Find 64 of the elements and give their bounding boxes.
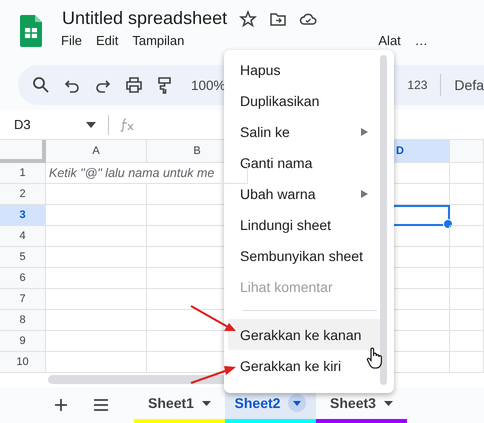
table-cell[interactable]	[46, 289, 147, 310]
table-cell[interactable]	[46, 331, 147, 352]
column-header[interactable]: A	[46, 140, 147, 163]
caret-icon[interactable]	[384, 400, 393, 406]
menu-item[interactable]: …	[414, 33, 428, 48]
caret-icon[interactable]	[202, 400, 211, 406]
table-cell[interactable]	[450, 331, 484, 352]
table-cell[interactable]	[450, 163, 484, 184]
table-cell[interactable]	[46, 310, 147, 331]
table-cell[interactable]	[46, 226, 147, 247]
row-header[interactable]: 1	[0, 163, 46, 184]
paint-roller-icon[interactable]	[156, 76, 174, 94]
table-cell[interactable]	[450, 205, 484, 226]
fill-handle[interactable]	[443, 219, 453, 229]
table-cell[interactable]	[450, 268, 484, 289]
function-icon	[119, 118, 135, 132]
table-cell[interactable]	[46, 205, 147, 226]
add-icon[interactable]	[54, 398, 68, 412]
menu-item[interactable]: Sembunyikan sheet	[228, 240, 380, 271]
menu-item[interactable]: Hapus	[228, 54, 380, 85]
row-header[interactable]: 9	[0, 331, 46, 352]
table-cell[interactable]	[450, 247, 484, 268]
star-icon[interactable]	[239, 10, 258, 28]
number-format-button[interactable]: 123	[407, 78, 428, 92]
row-header[interactable]: 7	[0, 289, 46, 310]
menu-item[interactable]: Lindungi sheet	[228, 209, 380, 240]
annotation-arrow	[190, 366, 236, 384]
zoom-select[interactable]: 100%	[191, 78, 226, 92]
table-cell[interactable]	[450, 184, 484, 205]
row-header[interactable]: 6	[0, 268, 46, 289]
row-header[interactable]: 4	[0, 226, 46, 247]
menu-item[interactable]: Edit	[96, 33, 118, 48]
row-header[interactable]: 2	[0, 184, 46, 205]
menu-item[interactable]: Tampilan	[132, 33, 184, 48]
caret-icon[interactable]	[288, 394, 306, 412]
table-cell[interactable]	[450, 226, 484, 247]
menu-item[interactable]: Duplikasikan	[228, 85, 380, 116]
hand-pointer-icon	[366, 347, 384, 369]
table-cell[interactable]	[46, 268, 147, 289]
menu-scrollbar[interactable]	[380, 55, 387, 385]
print-icon[interactable]	[125, 76, 143, 94]
table-cell[interactable]	[450, 289, 484, 310]
name-box[interactable]: D3	[14, 117, 74, 132]
row-header[interactable]: 8	[0, 310, 46, 331]
menu-item[interactable]: Gerakkan ke kanan	[228, 319, 380, 350]
table-cell[interactable]	[450, 310, 484, 331]
document-title[interactable]: Untitled spreadsheet	[62, 8, 228, 29]
row-header[interactable]: 5	[0, 247, 46, 268]
font-select[interactable]: Defa	[454, 77, 484, 93]
menu-item[interactable]: Alat	[378, 33, 401, 48]
row-header[interactable]: 10	[0, 352, 46, 373]
sheets-logo-icon	[20, 15, 42, 47]
table-cell[interactable]	[46, 247, 147, 268]
submenu-arrow-icon	[361, 190, 368, 198]
search-icon[interactable]	[32, 76, 50, 94]
table-cell[interactable]	[46, 184, 147, 205]
select-all-corner[interactable]	[0, 140, 46, 163]
caret-icon[interactable]	[86, 122, 96, 128]
menu-item[interactable]: File	[61, 33, 82, 48]
row-header[interactable]: 3	[0, 205, 46, 226]
column-header[interactable]	[450, 140, 484, 163]
menu-icon[interactable]	[93, 399, 109, 411]
annotation-arrow	[190, 305, 236, 331]
submenu-arrow-icon	[361, 128, 368, 136]
